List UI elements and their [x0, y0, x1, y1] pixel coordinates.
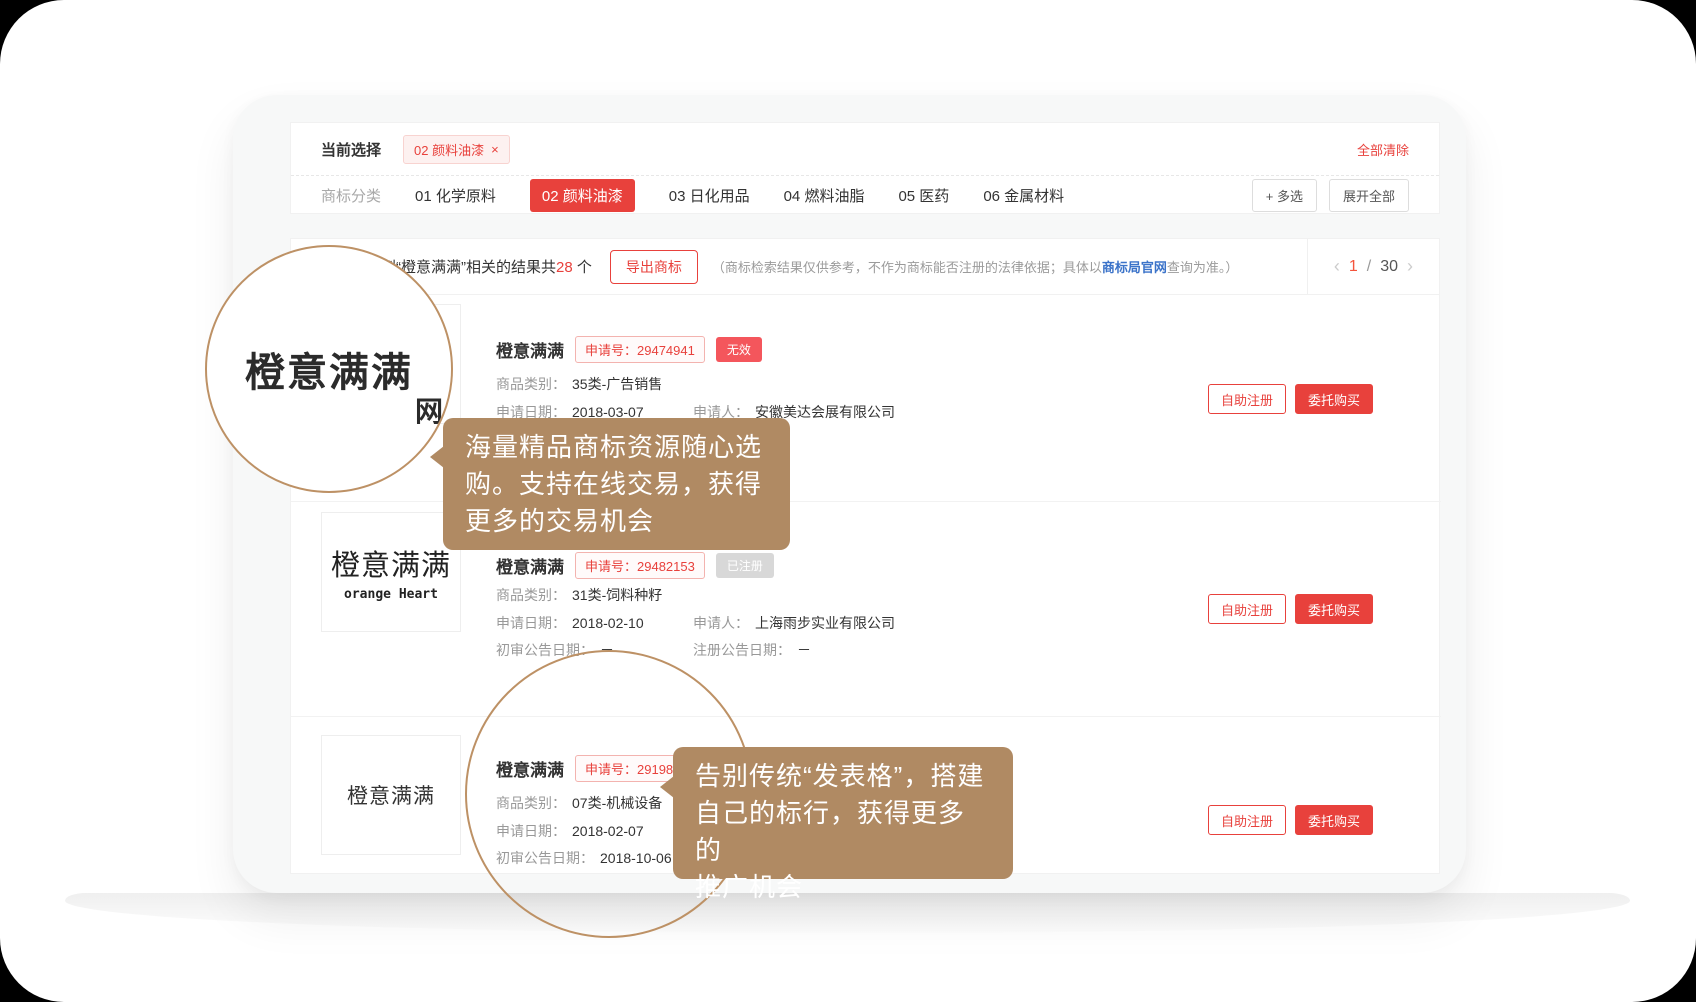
remove-filter-icon[interactable]: ×: [491, 142, 499, 157]
entrust-purchase-button[interactable]: 委托购买: [1295, 384, 1373, 414]
row-1-title: 橙意满满 申请号：29474941 无效: [496, 336, 762, 363]
row-2-actions: 自助注册 委托购买: [1208, 594, 1373, 624]
category-tab-01[interactable]: 01 化学原料: [415, 185, 496, 206]
magnifier-circle-large: 橙意满满 网: [205, 245, 453, 493]
row-2-title: 橙意满满 申请号：29482153 已注册: [496, 552, 774, 579]
application-number-tag: 申请号：29482153: [575, 552, 705, 579]
application-number-tag: 申请号：29474941: [575, 336, 705, 363]
field-value: －: [797, 642, 811, 658]
tooltip-trade-resources: 海量精品商标资源随心选 购。支持在线交易，获得 更多的交易机会: [443, 418, 790, 550]
trademark-image-text: 橙意满满: [347, 780, 435, 810]
field-value: 2018-02-10: [572, 615, 644, 631]
multi-select-button[interactable]: + 多选: [1252, 179, 1317, 212]
self-register-button[interactable]: 自助注册: [1208, 594, 1286, 624]
field-value: 35类-广告销售: [572, 376, 662, 392]
export-trademarks-button[interactable]: 导出商标: [610, 250, 698, 284]
self-register-button[interactable]: 自助注册: [1208, 805, 1286, 835]
application-number: 29474941: [637, 343, 695, 358]
field-value: 31类-饲料种籽: [572, 587, 662, 603]
field-dates: 申请日期：2018-02-10申请人：上海雨步实业有限公司: [496, 613, 644, 633]
field-category: 商品类别： 35类-广告销售: [496, 374, 662, 394]
status-badge-invalid: 无效: [716, 337, 762, 362]
tooltip-promotion: 告别传统“发表格”，搭建 自己的标行，获得更多的 推广机会: [673, 747, 1013, 879]
app-window: 当前选择 02 颜料油漆 × 全部清除 商标分类 01 化学原料 02 颜料油漆…: [0, 0, 1696, 1002]
disclaimer-text-left: （商标检索结果仅供参考，不作为商标能否注册的法律依据；具体以: [712, 260, 1102, 275]
field-applicant: 申请人： 上海雨步实业有限公司: [693, 613, 895, 633]
current-selection-label: 当前选择: [321, 139, 381, 160]
field-label: 商品类别：: [496, 587, 566, 603]
field-label: 申请日期：: [496, 615, 566, 631]
selected-filter-tag-text: 02 颜料油漆: [414, 140, 484, 159]
trademark-office-link[interactable]: 商标局官网: [1102, 260, 1167, 275]
self-register-button[interactable]: 自助注册: [1208, 384, 1286, 414]
selected-filter-tag[interactable]: 02 颜料油漆 ×: [403, 135, 510, 164]
disclaimer-text-right: 查询为准。）: [1167, 260, 1239, 275]
filter-panel: 当前选择 02 颜料油漆 × 全部清除 商标分类 01 化学原料 02 颜料油漆…: [290, 122, 1440, 214]
tooltip-line: 自己的标行，获得更多的: [695, 795, 991, 869]
current-selection-row: 当前选择 02 颜料油漆 × 全部清除: [291, 123, 1439, 176]
results-unit: 个: [573, 259, 592, 276]
tooltip-line: 购。支持在线交易，获得: [465, 466, 768, 503]
pagination: ‹ 1 / 30 ›: [1307, 239, 1439, 294]
application-number-label: 申请号：: [585, 343, 637, 358]
trademark-name[interactable]: 橙意满满: [496, 337, 564, 362]
category-row-label: 商标分类: [321, 185, 381, 206]
tooltip-line: 海量精品商标资源随心选: [465, 429, 768, 466]
field-label: 注册公告日期：: [693, 642, 791, 658]
entrust-purchase-button[interactable]: 委托购买: [1295, 805, 1373, 835]
expand-all-button[interactable]: 展开全部: [1329, 179, 1409, 212]
tooltip-line: 推广机会: [695, 869, 991, 906]
category-tab-06[interactable]: 06 金属材料: [983, 185, 1064, 206]
tooltip-line: 告别传统“发表格”，搭建: [695, 758, 991, 795]
tooltip-line: 更多的交易机会: [465, 503, 768, 540]
current-page: 1: [1349, 258, 1358, 276]
field-label: 商品类别：: [496, 376, 566, 392]
total-pages: 30: [1380, 258, 1398, 276]
trademark-image-subtext: orange Heart: [344, 587, 438, 602]
magnified-trademark-text: 橙意满满: [245, 340, 413, 398]
magnified-partial-glyph: 网: [415, 390, 443, 430]
next-page-icon[interactable]: ›: [1407, 256, 1413, 277]
field-reg-publication: 注册公告日期： －: [693, 640, 811, 660]
category-tab-04[interactable]: 04 燃料油脂: [784, 185, 865, 206]
category-row: 商标分类 01 化学原料 02 颜料油漆 03 日化用品 04 燃料油脂 05 …: [291, 176, 1439, 214]
prev-page-icon[interactable]: ‹: [1334, 256, 1340, 277]
trademark-image-2[interactable]: 橙意满满 orange Heart: [321, 512, 461, 632]
category-tab-02-active[interactable]: 02 颜料油漆: [530, 179, 635, 212]
category-tab-05[interactable]: 05 医药: [898, 185, 949, 206]
row-3-actions: 自助注册 委托购买: [1208, 805, 1373, 835]
status-badge-registered: 已注册: [716, 553, 774, 578]
trademark-image-text: 橙意满满: [331, 542, 451, 584]
results-count: 28: [556, 259, 573, 276]
application-number-label: 申请号：: [585, 559, 637, 574]
field-label: 申请人：: [693, 615, 749, 631]
trademark-image-3[interactable]: 橙意满满: [321, 735, 461, 855]
trademark-name[interactable]: 橙意满满: [496, 553, 564, 578]
row-1-actions: 自助注册 委托购买: [1208, 384, 1373, 414]
clear-all-link[interactable]: 全部清除: [1357, 140, 1409, 159]
field-category: 商品类别： 31类-饲料种籽: [496, 585, 662, 605]
field-value: 上海雨步实业有限公司: [755, 615, 895, 631]
results-disclaimer: （商标检索结果仅供参考，不作为商标能否注册的法律依据；具体以商标局官网查询为准。…: [712, 257, 1239, 276]
entrust-purchase-button[interactable]: 委托购买: [1295, 594, 1373, 624]
results-header: 检索到“橙意满满”相关的结果共28 个 导出商标 （商标检索结果仅供参考，不作为…: [291, 239, 1439, 295]
page-separator: /: [1367, 258, 1371, 276]
application-number: 29482153: [637, 559, 695, 574]
category-tab-03[interactable]: 03 日化用品: [669, 185, 750, 206]
